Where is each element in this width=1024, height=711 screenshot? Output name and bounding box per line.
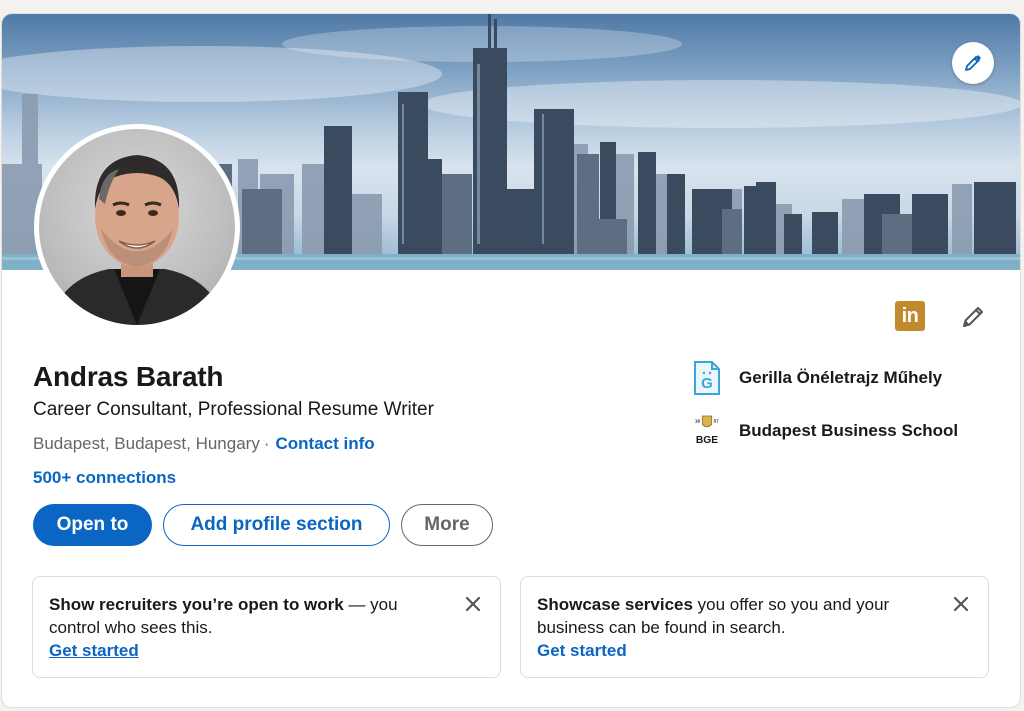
promo-bold-text: Showcase services bbox=[537, 595, 693, 614]
logo-abbrev: BGE bbox=[696, 435, 718, 446]
logo-year-left: 18 bbox=[695, 419, 701, 424]
pencil-icon bbox=[965, 55, 981, 71]
profile-photo bbox=[49, 155, 225, 325]
edit-banner-button[interactable] bbox=[952, 42, 994, 84]
location-text: Budapest, Budapest, Hungary bbox=[33, 434, 260, 453]
promo-bold-text: Show recruiters you’re open to work bbox=[49, 595, 344, 614]
linkedin-badge-icon[interactable]: in bbox=[895, 301, 925, 331]
close-icon bbox=[953, 596, 969, 612]
organization-name: Gerilla Önéletrajz Műhely bbox=[739, 368, 943, 387]
close-icon bbox=[465, 596, 481, 612]
dismiss-button[interactable] bbox=[950, 593, 972, 615]
org-logo-letter: G bbox=[701, 375, 713, 392]
profile-headline: Career Consultant, Professional Resume W… bbox=[33, 399, 434, 420]
open-to-button[interactable]: Open to bbox=[33, 504, 152, 546]
location-row: Budapest, Budapest, Hungary · Contact info bbox=[33, 434, 375, 454]
edit-profile-button[interactable] bbox=[958, 302, 988, 332]
dismiss-button[interactable] bbox=[462, 593, 484, 615]
promo-text: Show recruiters you’re open to work — yo… bbox=[49, 593, 484, 639]
organization-item[interactable]: 18 57 BGE Budapest Business School bbox=[692, 413, 958, 449]
contact-info-link[interactable]: Contact info bbox=[276, 434, 375, 453]
organization-item[interactable]: G Gerilla Önéletrajz Műhely bbox=[692, 360, 942, 396]
profile-name: Andras Barath bbox=[33, 361, 224, 392]
promo-text: Showcase services you offer so you and y… bbox=[537, 593, 972, 639]
connections-link[interactable]: 500+ connections bbox=[33, 468, 176, 488]
promo-card-open-to-work: Show recruiters you’re open to work — yo… bbox=[32, 576, 501, 678]
linkedin-badge-text: in bbox=[901, 304, 919, 327]
organization-name: Budapest Business School bbox=[739, 421, 959, 440]
promo-card-showcase-services: Showcase services you offer so you and y… bbox=[520, 576, 989, 678]
add-profile-section-button[interactable]: Add profile section bbox=[163, 504, 390, 546]
separator-dot: · bbox=[263, 434, 270, 453]
bge-logo-icon: 18 57 BGE bbox=[692, 413, 722, 449]
pencil-icon bbox=[963, 307, 983, 327]
more-button[interactable]: More bbox=[401, 504, 493, 546]
avatar[interactable] bbox=[34, 124, 240, 330]
logo-year-right: 57 bbox=[714, 419, 720, 424]
get-started-link[interactable]: Get started bbox=[49, 639, 484, 662]
get-started-link[interactable]: Get started bbox=[537, 639, 972, 662]
profile-card: in Andras Barath Career Consultant, Prof… bbox=[2, 14, 1020, 707]
document-logo-icon: G bbox=[692, 360, 722, 396]
